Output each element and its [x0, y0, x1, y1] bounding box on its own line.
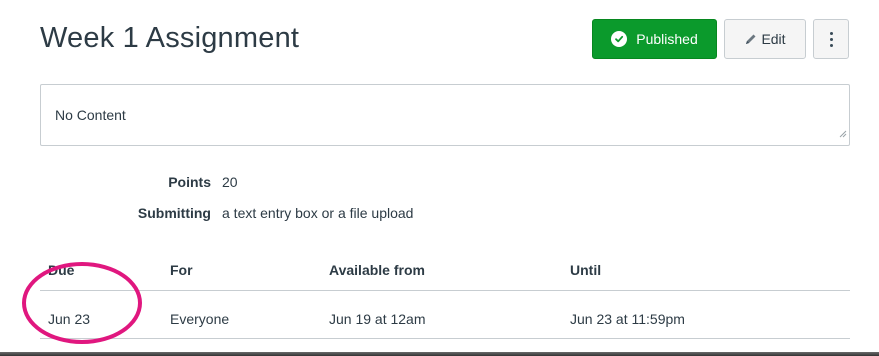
column-header-until: Until — [570, 262, 602, 278]
description-box: No Content — [40, 84, 850, 146]
published-button[interactable]: Published — [592, 19, 717, 59]
points-label: Points — [168, 174, 211, 190]
vertical-ellipsis-icon — [829, 30, 833, 48]
page-title: Week 1 Assignment — [40, 22, 300, 54]
submitting-label: Submitting — [137, 205, 211, 221]
table-row-divider — [40, 338, 850, 339]
published-label: Published — [636, 31, 698, 47]
table-header-divider — [40, 290, 850, 291]
points-value: 20 — [222, 174, 238, 190]
description-text: No Content — [55, 107, 126, 123]
column-header-due: Due — [48, 262, 75, 278]
more-options-button[interactable] — [813, 19, 849, 59]
check-circle-icon — [611, 31, 628, 47]
pencil-icon — [744, 32, 758, 46]
assignment-page: Week 1 Assignment Published Edit No Cont… — [0, 0, 879, 356]
resize-handle-icon[interactable] — [839, 125, 847, 143]
highlight-circle-annotation — [22, 262, 142, 344]
available-from-cell: Jun 19 at 12am — [329, 311, 426, 327]
edit-label: Edit — [761, 31, 786, 47]
due-date-cell: Jun 23 — [48, 311, 91, 327]
column-header-available-from: Available from — [329, 262, 425, 278]
bottom-edge-shadow — [0, 352, 879, 356]
submitting-value: a text entry box or a file upload — [222, 205, 414, 221]
until-cell: Jun 23 at 11:59pm — [570, 311, 685, 327]
for-cell: Everyone — [170, 311, 230, 327]
column-header-for: For — [170, 262, 193, 278]
edit-button[interactable]: Edit — [724, 19, 806, 59]
